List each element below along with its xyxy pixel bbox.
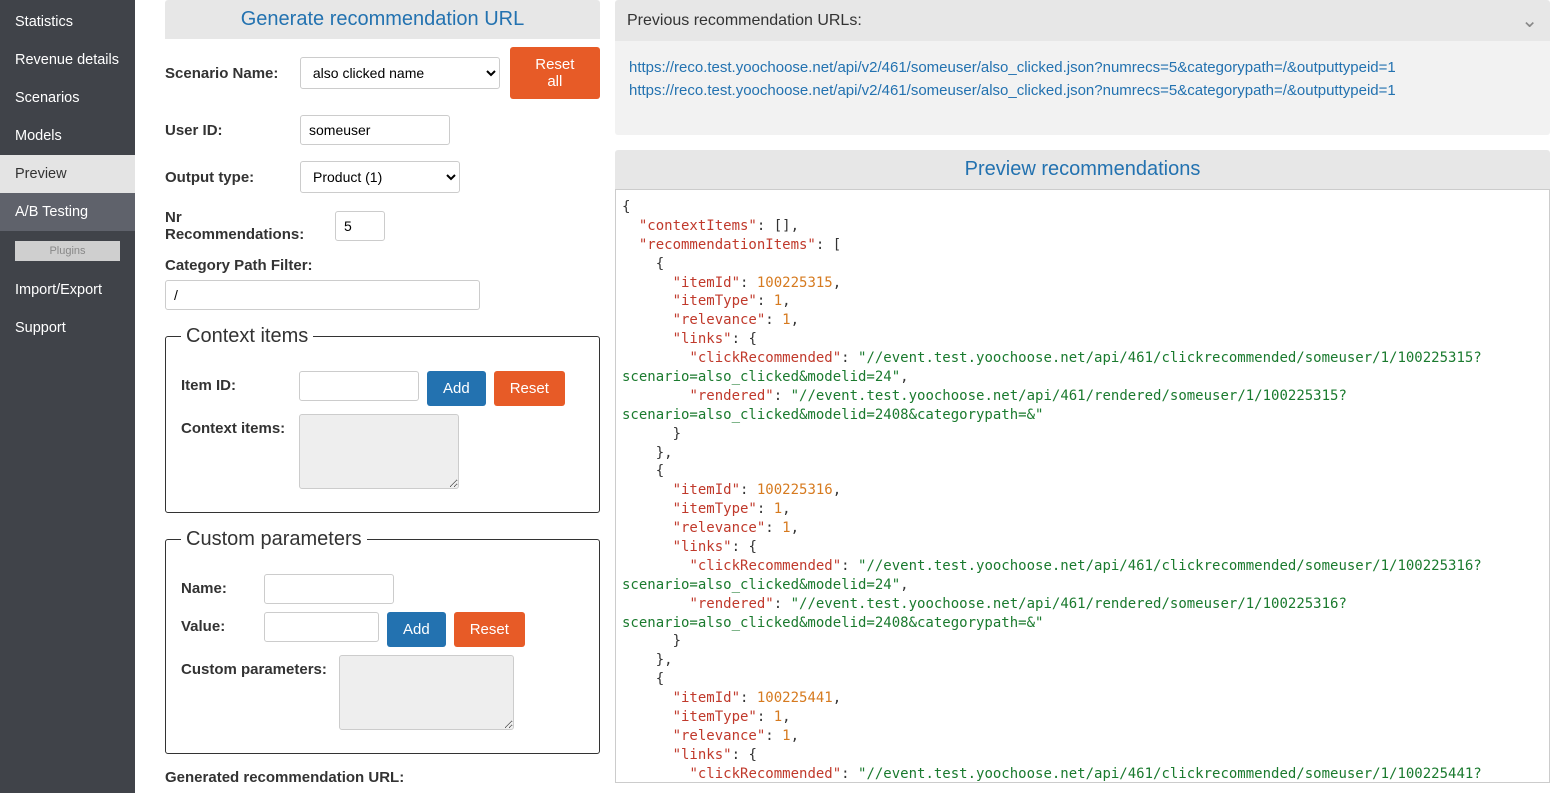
custom-add-button[interactable]: Add — [387, 612, 446, 647]
custom-name-label: Name: — [181, 574, 256, 597]
sidebar-item-models[interactable]: Models — [0, 117, 135, 155]
generate-panel: Generate recommendation URL Scenario Nam… — [135, 0, 615, 793]
itemid-label: Item ID: — [181, 371, 291, 394]
reset-all-button[interactable]: Reset all — [510, 47, 600, 99]
generated-url-label: Generated recommendation URL: — [165, 769, 600, 786]
context-legend: Context items — [181, 325, 313, 348]
custom-value-input[interactable] — [264, 612, 379, 642]
context-reset-button[interactable]: Reset — [494, 371, 565, 406]
sidebar-item-abtesting[interactable]: A/B Testing — [0, 193, 135, 231]
catpath-label: Category Path Filter: — [165, 257, 600, 274]
sidebar-item-importexport[interactable]: Import/Export — [0, 271, 135, 309]
sidebar-item-support[interactable]: Support — [0, 309, 135, 347]
custom-params-fieldset: Custom parameters Name: Value: Add Reset… — [165, 528, 600, 754]
custom-list-label: Custom parameters: — [181, 655, 331, 678]
context-items-fieldset: Context items Item ID: Add Reset Context… — [165, 325, 600, 513]
plugins-button[interactable]: Plugins — [15, 241, 120, 261]
context-list-label: Context items: — [181, 414, 291, 437]
userid-input[interactable] — [300, 115, 450, 145]
previous-header[interactable]: Previous recommendation URLs: ⌄ — [615, 0, 1550, 41]
sidebar-item-statistics[interactable]: Statistics — [0, 3, 135, 41]
nrrec-label: Nr Recommendations: — [165, 209, 325, 243]
previous-body: https://reco.test.yoochoose.net/api/v2/4… — [615, 41, 1550, 135]
chevron-down-icon: ⌄ — [1521, 8, 1538, 33]
userid-label: User ID: — [165, 122, 290, 139]
right-column: Previous recommendation URLs: ⌄ https://… — [615, 0, 1565, 793]
catpath-input[interactable] — [165, 280, 480, 310]
sidebar-item-scenarios[interactable]: Scenarios — [0, 79, 135, 117]
previous-url-link[interactable]: https://reco.test.yoochoose.net/api/v2/4… — [629, 59, 1536, 76]
previous-title: Previous recommendation URLs: — [627, 12, 862, 30]
output-select[interactable]: Product (1) — [300, 161, 460, 193]
main: Generate recommendation URL Scenario Nam… — [135, 0, 1565, 793]
context-list-textarea[interactable] — [299, 414, 459, 489]
sidebar-item-preview[interactable]: Preview — [0, 155, 135, 193]
sidebar-item-revenue[interactable]: Revenue details — [0, 41, 135, 79]
custom-reset-button[interactable]: Reset — [454, 612, 525, 647]
scenario-label: Scenario Name: — [165, 65, 290, 82]
nrrec-input[interactable] — [335, 211, 385, 241]
generate-title: Generate recommendation URL — [165, 0, 600, 39]
context-add-button[interactable]: Add — [427, 371, 486, 406]
previous-url-link[interactable]: https://reco.test.yoochoose.net/api/v2/4… — [629, 82, 1536, 99]
custom-name-input[interactable] — [264, 574, 394, 604]
preview-title: Preview recommendations — [615, 150, 1550, 189]
previous-panel: Previous recommendation URLs: ⌄ https://… — [615, 0, 1550, 135]
sidebar: Statistics Revenue details Scenarios Mod… — [0, 0, 135, 793]
preview-json-output[interactable]: { "contextItems": [], "recommendationIte… — [615, 189, 1550, 783]
scenario-select[interactable]: also clicked name — [300, 57, 500, 89]
custom-value-label: Value: — [181, 612, 256, 635]
output-label: Output type: — [165, 169, 290, 186]
custom-legend: Custom parameters — [181, 528, 367, 551]
custom-list-textarea[interactable] — [339, 655, 514, 730]
preview-panel: Preview recommendations { "contextItems"… — [615, 150, 1550, 783]
itemid-input[interactable] — [299, 371, 419, 401]
